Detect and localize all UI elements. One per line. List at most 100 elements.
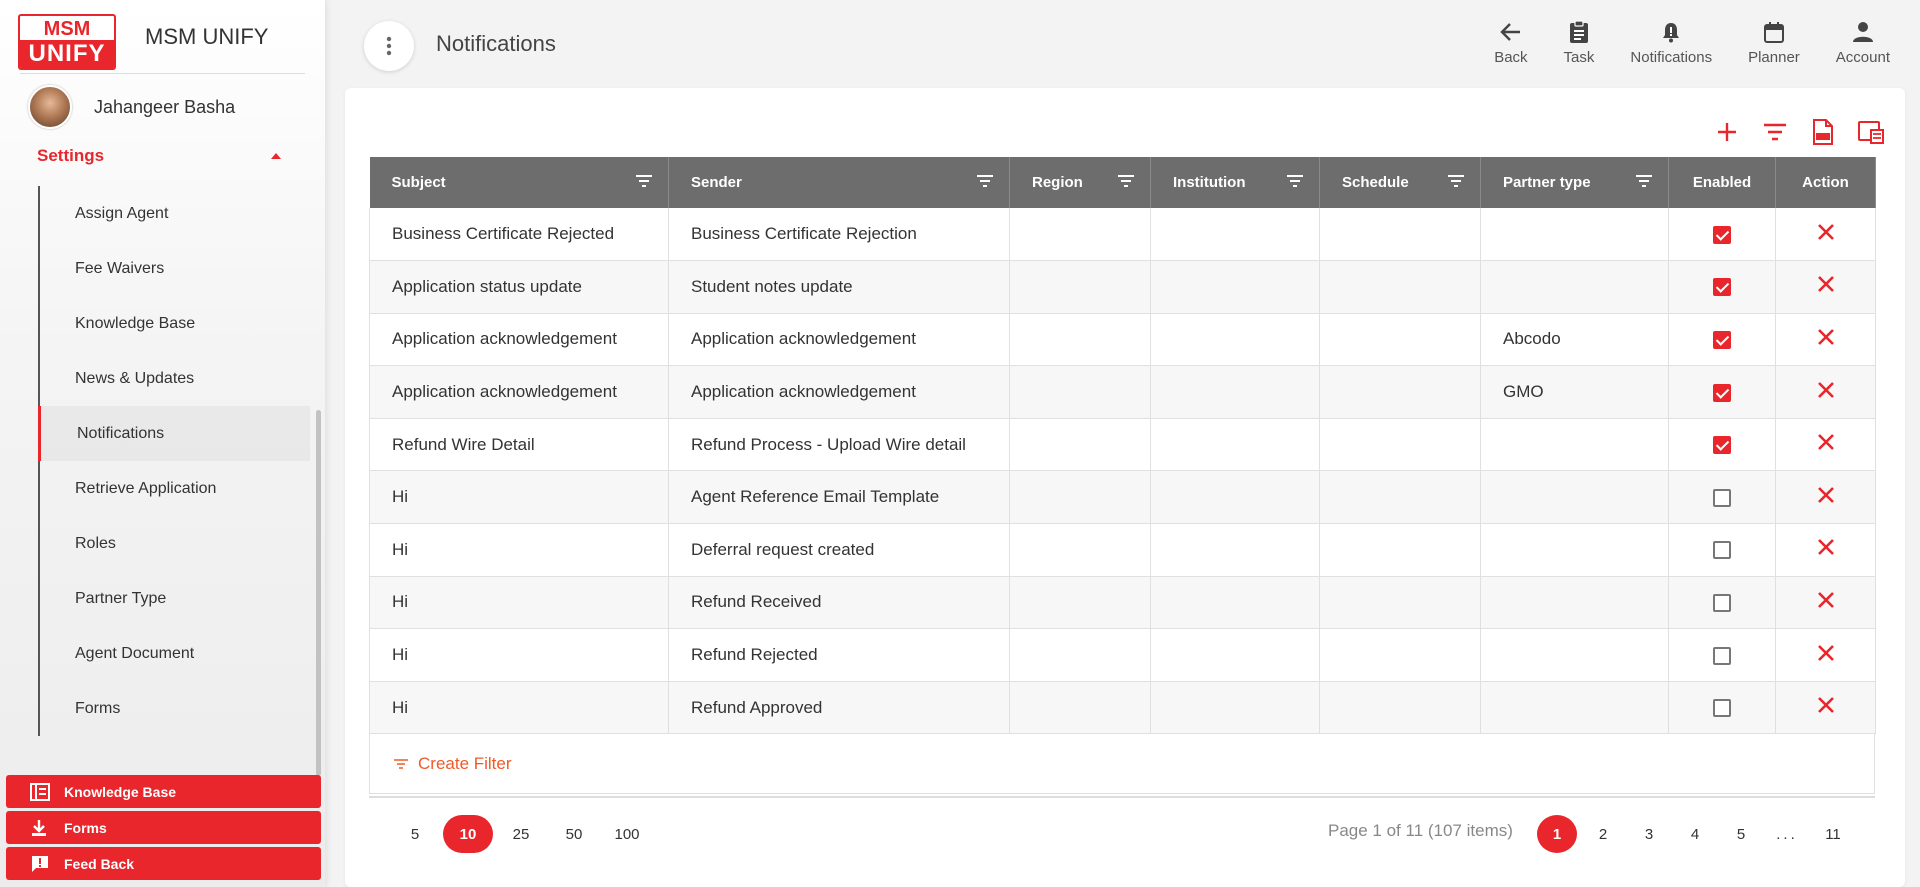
cell-schedule: [1319, 208, 1481, 262]
column-header-schedule[interactable]: Schedule: [1319, 157, 1481, 208]
settings-section-toggle[interactable]: Settings: [37, 146, 287, 166]
sidebar-item-agent-document[interactable]: Agent Document: [40, 626, 310, 681]
delete-x-icon[interactable]: [1817, 381, 1835, 404]
filter-button[interactable]: [1759, 116, 1791, 148]
bell-icon: [1661, 18, 1681, 46]
delete-x-icon[interactable]: [1817, 591, 1835, 614]
column-filter-icon[interactable]: [1118, 174, 1134, 191]
table-row[interactable]: Hi Deferral request created: [369, 523, 1876, 577]
page-size-option[interactable]: 25: [496, 815, 546, 853]
enabled-checkbox[interactable]: [1713, 646, 1731, 665]
enabled-checkbox[interactable]: [1713, 331, 1731, 349]
column-chooser-button[interactable]: [1855, 116, 1887, 148]
enabled-checkbox[interactable]: [1713, 488, 1731, 507]
sidebar-item-retrieve-application[interactable]: Retrieve Application: [40, 461, 310, 516]
task-button[interactable]: Task: [1563, 18, 1595, 66]
export-xls-button[interactable]: [1807, 116, 1839, 148]
cell-action: [1775, 260, 1876, 314]
sidebar-scrollbar[interactable]: [316, 410, 321, 776]
page-number-button[interactable]: 3: [1629, 815, 1669, 853]
cell-region: [1009, 365, 1151, 419]
task-label: Task: [1563, 49, 1595, 66]
delete-x-icon[interactable]: [1817, 223, 1835, 246]
table-row[interactable]: Application status update Student notes u…: [369, 260, 1876, 314]
back-button[interactable]: Back: [1494, 18, 1528, 66]
filter-panel: Create Filter: [369, 734, 1875, 794]
page-number-button[interactable]: 11: [1813, 815, 1853, 853]
sidebar-item-forms[interactable]: Forms: [40, 681, 310, 736]
page-number-button[interactable]: 4: [1675, 815, 1715, 853]
sidebar-item-partner-type[interactable]: Partner Type: [40, 571, 310, 626]
add-button[interactable]: [1711, 116, 1743, 148]
table-row[interactable]: Hi Agent Reference Email Template: [369, 470, 1876, 525]
sidebar-item-roles[interactable]: Roles: [40, 516, 310, 571]
feedback-button-label: Feed Back: [64, 855, 135, 872]
delete-x-icon[interactable]: [1817, 538, 1835, 561]
sidebar-item-fee-waivers[interactable]: Fee Waivers: [40, 241, 310, 296]
page-size-option[interactable]: 100: [602, 815, 652, 853]
forms-button[interactable]: Forms: [6, 811, 321, 844]
enabled-checkbox[interactable]: [1713, 383, 1731, 402]
delete-x-icon[interactable]: [1817, 486, 1835, 509]
more-options-button[interactable]: [364, 21, 414, 71]
column-header-subject[interactable]: Subject: [369, 157, 669, 208]
delete-x-icon[interactable]: [1817, 644, 1835, 667]
enabled-checkbox[interactable]: [1713, 541, 1731, 560]
user-profile[interactable]: Jahangeer Basha: [28, 85, 235, 129]
notifications-button[interactable]: Notifications: [1630, 18, 1712, 66]
knowledge-base-button[interactable]: Knowledge Base: [6, 775, 321, 808]
table-row[interactable]: Business Certificate Rejected Business Ce…: [369, 208, 1876, 262]
cell-partner-type: [1480, 470, 1669, 525]
enabled-checkbox[interactable]: [1713, 436, 1731, 455]
delete-x-icon[interactable]: [1817, 328, 1835, 351]
column-header-institution[interactable]: Institution: [1150, 157, 1320, 208]
account-button[interactable]: Account: [1836, 18, 1890, 66]
enabled-checkbox[interactable]: [1713, 593, 1731, 612]
delete-x-icon[interactable]: [1817, 433, 1835, 456]
sidebar-item-assign-agent[interactable]: Assign Agent: [40, 186, 310, 241]
sidebar-item-knowledge-base[interactable]: Knowledge Base: [40, 296, 310, 351]
column-filter-icon[interactable]: [1636, 174, 1652, 191]
notifications-card: Subject Sender Region Institution Schedu…: [345, 88, 1905, 887]
page-number-button[interactable]: 5: [1721, 815, 1761, 853]
table-row[interactable]: Hi Refund Rejected: [369, 628, 1876, 682]
column-header-partner-type[interactable]: Partner type: [1480, 157, 1669, 208]
column-filter-icon[interactable]: [1448, 174, 1464, 191]
column-header-sender[interactable]: Sender: [668, 157, 1010, 208]
brand-logo[interactable]: MSM UNIFY: [18, 14, 116, 70]
enabled-checkbox[interactable]: [1713, 225, 1731, 244]
table-row[interactable]: Hi Refund Approved: [369, 681, 1876, 735]
brand-name: MSM UNIFY: [145, 24, 269, 49]
table-row[interactable]: Refund Wire Detail Refund Process - Uploa…: [369, 418, 1876, 472]
table-row[interactable]: Application acknowledgement Application a…: [369, 365, 1876, 419]
cell-schedule: [1319, 470, 1481, 525]
sidebar-item-news-updates[interactable]: News & Updates: [40, 351, 310, 406]
cell-institution: [1150, 628, 1320, 682]
feedback-button[interactable]: Feed Back: [6, 847, 321, 880]
feedback-icon: [30, 855, 54, 873]
column-header-enabled[interactable]: Enabled: [1668, 157, 1776, 208]
table-row[interactable]: Hi Refund Received: [369, 576, 1876, 630]
table-row[interactable]: Application acknowledgement Application a…: [369, 313, 1876, 367]
column-header-label: Region: [1032, 174, 1083, 191]
cell-schedule: [1319, 365, 1481, 419]
page-size-option[interactable]: 5: [390, 815, 440, 853]
column-header-region[interactable]: Region: [1009, 157, 1151, 208]
page-size-option[interactable]: 10: [443, 815, 493, 853]
enabled-checkbox[interactable]: [1713, 278, 1731, 297]
column-filter-icon[interactable]: [977, 174, 993, 191]
page-number-button[interactable]: 1: [1537, 815, 1577, 853]
cell-action: [1775, 208, 1876, 262]
enabled-checkbox[interactable]: [1713, 699, 1731, 718]
delete-x-icon[interactable]: [1817, 696, 1835, 719]
column-filter-icon[interactable]: [636, 174, 652, 191]
create-filter-link[interactable]: Create Filter: [394, 754, 512, 774]
page-number-button[interactable]: 2: [1583, 815, 1623, 853]
delete-x-icon[interactable]: [1817, 275, 1835, 298]
settings-nav: Assign Agent Fee Waivers Knowledge Base …: [38, 186, 310, 736]
column-filter-icon[interactable]: [1287, 174, 1303, 191]
sidebar-item-notifications[interactable]: Notifications: [38, 406, 310, 461]
planner-button[interactable]: Planner: [1748, 18, 1800, 66]
cell-sender: Student notes update: [668, 260, 1010, 314]
page-size-option[interactable]: 50: [549, 815, 599, 853]
